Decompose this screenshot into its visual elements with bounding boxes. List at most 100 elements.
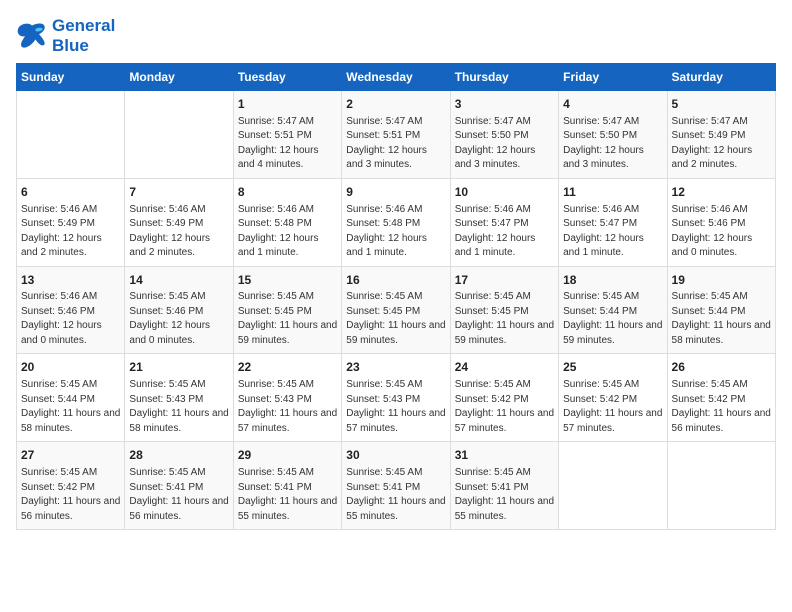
calendar-cell: 28 Sunrise: 5:45 AM Sunset: 5:41 PM Dayli… xyxy=(125,442,233,530)
calendar-cell: 10 Sunrise: 5:46 AM Sunset: 5:47 PM Dayli… xyxy=(450,178,558,266)
calendar-cell: 6 Sunrise: 5:46 AM Sunset: 5:49 PM Daylig… xyxy=(17,178,125,266)
day-number: 9 xyxy=(346,184,445,201)
cell-content: Sunrise: 5:46 AM Sunset: 5:47 PM Dayligh… xyxy=(563,203,662,261)
cell-content: Sunrise: 5:47 AM Sunset: 5:50 PM Dayligh… xyxy=(455,115,554,173)
calendar-cell xyxy=(125,91,233,179)
day-number: 23 xyxy=(346,359,445,376)
calendar-cell xyxy=(667,442,775,530)
calendar-cell: 26 Sunrise: 5:45 AM Sunset: 5:42 PM Dayli… xyxy=(667,354,775,442)
cell-content: Sunrise: 5:45 AM Sunset: 5:45 PM Dayligh… xyxy=(455,290,554,348)
cell-content: Sunrise: 5:45 AM Sunset: 5:44 PM Dayligh… xyxy=(672,290,771,348)
day-number: 28 xyxy=(129,447,228,464)
column-header-saturday: Saturday xyxy=(667,64,775,91)
cell-content: Sunrise: 5:45 AM Sunset: 5:43 PM Dayligh… xyxy=(346,378,445,436)
cell-content: Sunrise: 5:47 AM Sunset: 5:51 PM Dayligh… xyxy=(346,115,445,173)
week-row-5: 27 Sunrise: 5:45 AM Sunset: 5:42 PM Dayli… xyxy=(17,442,776,530)
cell-content: Sunrise: 5:46 AM Sunset: 5:46 PM Dayligh… xyxy=(672,203,771,261)
day-number: 13 xyxy=(21,272,120,289)
day-number: 16 xyxy=(346,272,445,289)
calendar-cell: 30 Sunrise: 5:45 AM Sunset: 5:41 PM Dayli… xyxy=(342,442,450,530)
calendar-cell: 13Sunrise: 5:46 AM Sunset: 5:46 PM Dayli… xyxy=(17,266,125,354)
week-row-2: 6 Sunrise: 5:46 AM Sunset: 5:49 PM Daylig… xyxy=(17,178,776,266)
day-number: 31 xyxy=(455,447,554,464)
calendar-cell: 29Sunrise: 5:45 AM Sunset: 5:41 PM Dayli… xyxy=(233,442,341,530)
calendar-cell: 21 Sunrise: 5:45 AM Sunset: 5:43 PM Dayli… xyxy=(125,354,233,442)
logo: General Blue xyxy=(16,16,115,55)
day-number: 30 xyxy=(346,447,445,464)
day-number: 6 xyxy=(21,184,120,201)
calendar-cell: 15Sunrise: 5:45 AM Sunset: 5:45 PM Dayli… xyxy=(233,266,341,354)
cell-content: Sunrise: 5:47 AM Sunset: 5:49 PM Dayligh… xyxy=(672,115,771,173)
column-header-wednesday: Wednesday xyxy=(342,64,450,91)
cell-content: Sunrise: 5:46 AM Sunset: 5:49 PM Dayligh… xyxy=(21,203,120,261)
day-number: 7 xyxy=(129,184,228,201)
calendar-header-row: SundayMondayTuesdayWednesdayThursdayFrid… xyxy=(17,64,776,91)
cell-content: Sunrise: 5:45 AM Sunset: 5:43 PM Dayligh… xyxy=(129,378,228,436)
day-number: 18 xyxy=(563,272,662,289)
column-header-tuesday: Tuesday xyxy=(233,64,341,91)
calendar-body: 1 Sunrise: 5:47 AM Sunset: 5:51 PM Daylig… xyxy=(17,91,776,530)
column-header-monday: Monday xyxy=(125,64,233,91)
cell-content: Sunrise: 5:45 AM Sunset: 5:45 PM Dayligh… xyxy=(238,290,337,348)
cell-content: Sunrise: 5:47 AM Sunset: 5:50 PM Dayligh… xyxy=(563,115,662,173)
calendar-cell: 31 Sunrise: 5:45 AM Sunset: 5:41 PM Dayli… xyxy=(450,442,558,530)
calendar-cell xyxy=(17,91,125,179)
day-number: 12 xyxy=(672,184,771,201)
calendar-cell: 24 Sunrise: 5:45 AM Sunset: 5:42 PM Dayli… xyxy=(450,354,558,442)
day-number: 21 xyxy=(129,359,228,376)
column-header-friday: Friday xyxy=(559,64,667,91)
calendar-cell: 17Sunrise: 5:45 AM Sunset: 5:45 PM Dayli… xyxy=(450,266,558,354)
calendar-cell: 7Sunrise: 5:46 AM Sunset: 5:49 PM Daylig… xyxy=(125,178,233,266)
calendar-cell: 2 Sunrise: 5:47 AM Sunset: 5:51 PM Daylig… xyxy=(342,91,450,179)
day-number: 3 xyxy=(455,96,554,113)
calendar-cell: 27 Sunrise: 5:45 AM Sunset: 5:42 PM Dayli… xyxy=(17,442,125,530)
calendar-cell: 20 Sunrise: 5:45 AM Sunset: 5:44 PM Dayli… xyxy=(17,354,125,442)
day-number: 26 xyxy=(672,359,771,376)
day-number: 10 xyxy=(455,184,554,201)
calendar-cell: 8Sunrise: 5:46 AM Sunset: 5:48 PM Daylig… xyxy=(233,178,341,266)
page-container: General Blue SundayMondayTuesdayWednesda… xyxy=(0,0,792,546)
week-row-1: 1 Sunrise: 5:47 AM Sunset: 5:51 PM Daylig… xyxy=(17,91,776,179)
calendar-cell: 19Sunrise: 5:45 AM Sunset: 5:44 PM Dayli… xyxy=(667,266,775,354)
cell-content: Sunrise: 5:45 AM Sunset: 5:44 PM Dayligh… xyxy=(563,290,662,348)
cell-content: Sunrise: 5:47 AM Sunset: 5:51 PM Dayligh… xyxy=(238,115,337,173)
day-number: 5 xyxy=(672,96,771,113)
calendar-cell: 22 Sunrise: 5:45 AM Sunset: 5:43 PM Dayli… xyxy=(233,354,341,442)
column-header-thursday: Thursday xyxy=(450,64,558,91)
day-number: 27 xyxy=(21,447,120,464)
calendar-cell: 12 Sunrise: 5:46 AM Sunset: 5:46 PM Dayli… xyxy=(667,178,775,266)
calendar-cell: 23 Sunrise: 5:45 AM Sunset: 5:43 PM Dayli… xyxy=(342,354,450,442)
day-number: 1 xyxy=(238,96,337,113)
week-row-4: 20 Sunrise: 5:45 AM Sunset: 5:44 PM Dayli… xyxy=(17,354,776,442)
cell-content: Sunrise: 5:45 AM Sunset: 5:44 PM Dayligh… xyxy=(21,378,120,436)
cell-content: Sunrise: 5:46 AM Sunset: 5:48 PM Dayligh… xyxy=(238,203,337,261)
calendar-cell: 18Sunrise: 5:45 AM Sunset: 5:44 PM Dayli… xyxy=(559,266,667,354)
calendar-cell: 5 Sunrise: 5:47 AM Sunset: 5:49 PM Daylig… xyxy=(667,91,775,179)
day-number: 20 xyxy=(21,359,120,376)
cell-content: Sunrise: 5:45 AM Sunset: 5:42 PM Dayligh… xyxy=(672,378,771,436)
cell-content: Sunrise: 5:45 AM Sunset: 5:43 PM Dayligh… xyxy=(238,378,337,436)
calendar-table: SundayMondayTuesdayWednesdayThursdayFrid… xyxy=(16,63,776,530)
day-number: 22 xyxy=(238,359,337,376)
day-number: 24 xyxy=(455,359,554,376)
week-row-3: 13Sunrise: 5:46 AM Sunset: 5:46 PM Dayli… xyxy=(17,266,776,354)
column-header-sunday: Sunday xyxy=(17,64,125,91)
cell-content: Sunrise: 5:46 AM Sunset: 5:47 PM Dayligh… xyxy=(455,203,554,261)
calendar-cell: 1 Sunrise: 5:47 AM Sunset: 5:51 PM Daylig… xyxy=(233,91,341,179)
day-number: 15 xyxy=(238,272,337,289)
day-number: 14 xyxy=(129,272,228,289)
calendar-cell: 14Sunrise: 5:45 AM Sunset: 5:46 PM Dayli… xyxy=(125,266,233,354)
header: General Blue xyxy=(16,16,776,55)
calendar-cell: 9Sunrise: 5:46 AM Sunset: 5:48 PM Daylig… xyxy=(342,178,450,266)
calendar-cell xyxy=(559,442,667,530)
cell-content: Sunrise: 5:45 AM Sunset: 5:41 PM Dayligh… xyxy=(455,466,554,524)
cell-content: Sunrise: 5:45 AM Sunset: 5:42 PM Dayligh… xyxy=(455,378,554,436)
cell-content: Sunrise: 5:45 AM Sunset: 5:42 PM Dayligh… xyxy=(21,466,120,524)
cell-content: Sunrise: 5:45 AM Sunset: 5:42 PM Dayligh… xyxy=(563,378,662,436)
cell-content: Sunrise: 5:45 AM Sunset: 5:41 PM Dayligh… xyxy=(129,466,228,524)
calendar-cell: 4Sunrise: 5:47 AM Sunset: 5:50 PM Daylig… xyxy=(559,91,667,179)
day-number: 11 xyxy=(563,184,662,201)
cell-content: Sunrise: 5:45 AM Sunset: 5:46 PM Dayligh… xyxy=(129,290,228,348)
cell-content: Sunrise: 5:45 AM Sunset: 5:41 PM Dayligh… xyxy=(346,466,445,524)
day-number: 2 xyxy=(346,96,445,113)
